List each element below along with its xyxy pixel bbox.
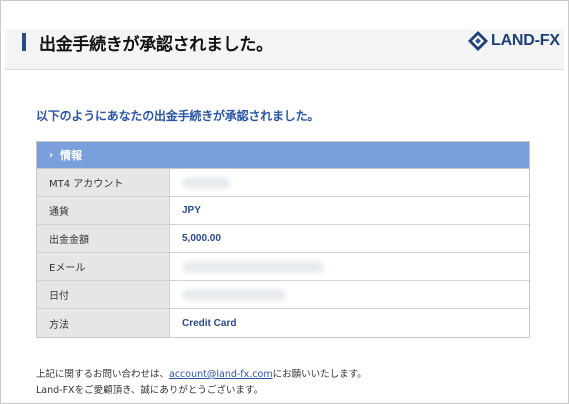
land-fx-logo: LAND-FX: [467, 30, 560, 52]
page-title: 出金手続きが承認されました。: [39, 35, 273, 55]
row-label: 通貨: [37, 197, 170, 224]
email-frame: 出金手続きが承認されました。 LAND-FX 以下のようにあなたの出金手続きが承…: [0, 0, 569, 404]
row-label: 方法: [37, 309, 170, 337]
currency-value: JPY: [182, 205, 201, 216]
email-value: [170, 253, 529, 280]
date-value: [170, 281, 529, 308]
table-row-currency: 通貨 JPY: [37, 197, 529, 225]
row-label: Eメール: [37, 253, 170, 280]
table-row-method: 方法 Credit Card: [37, 309, 529, 337]
footer: 上記に関するお問い合わせは、account@land-fx.comにお願いいたし…: [36, 367, 367, 399]
row-label: 出金金額: [37, 225, 170, 252]
table-row-date: 日付: [37, 281, 529, 309]
logo-diamond-icon: [468, 31, 488, 51]
redacted-email: [182, 260, 324, 273]
footer-line-2: Land-FXをご愛顧頂き、誠にありがとうございます。: [36, 385, 263, 396]
mt4-account-value: [170, 169, 529, 196]
redacted-date: [182, 288, 286, 301]
header: 出金手続きが承認されました。 LAND-FX: [5, 5, 564, 70]
header-top-band: [5, 5, 564, 29]
info-table: › 情報 MT4 アカウント 通貨 JPY 出金金額 5,000.00 Eメール…: [36, 141, 530, 338]
info-section-title: 情報: [60, 149, 83, 162]
approval-headline: 以下のようにあなたの出金手続きが承認されました。: [36, 109, 320, 123]
redacted-account: [182, 176, 230, 189]
footer-line-1: 上記に関するお問い合わせは、account@land-fx.comにお願いいたし…: [36, 367, 367, 383]
title-accent-bar: [22, 33, 26, 51]
logo-text: LAND-FX: [491, 32, 560, 49]
chevron-right-icon: ›: [49, 149, 54, 161]
footer-suffix: にお願いいたします。: [272, 369, 367, 380]
row-label: MT4 アカウント: [37, 169, 170, 196]
amount-value: 5,000.00: [182, 233, 221, 244]
table-row-email: Eメール: [37, 253, 529, 281]
method-value: Credit Card: [182, 317, 237, 329]
row-label: 日付: [37, 281, 170, 308]
footer-prefix: 上記に関するお問い合わせは、: [36, 369, 170, 380]
support-email-link[interactable]: account@land-fx.com: [169, 369, 273, 380]
table-row-mt4-account: MT4 アカウント: [37, 169, 529, 197]
table-row-amount: 出金金額 5,000.00: [37, 225, 529, 253]
info-section-header: › 情報: [37, 142, 529, 169]
